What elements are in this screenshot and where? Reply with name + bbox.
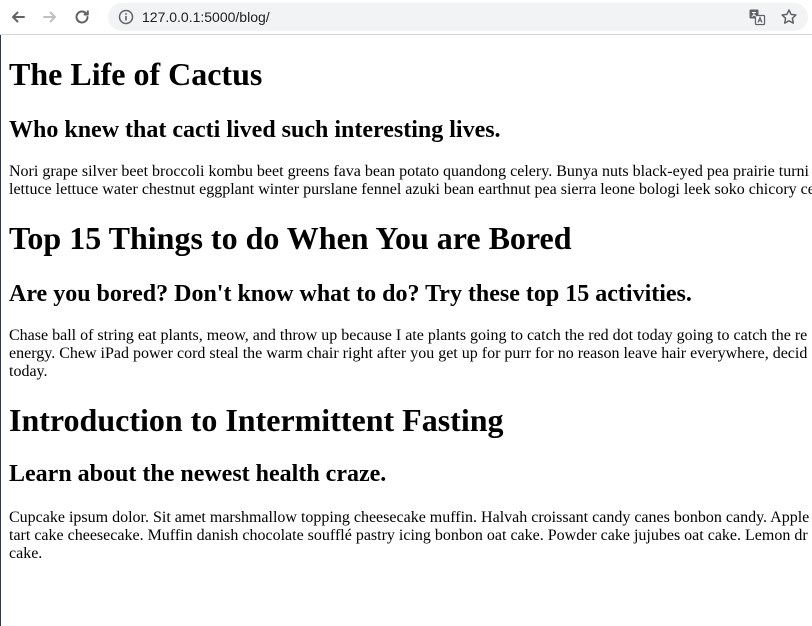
post-title: Top 15 Things to do When You are Bored (9, 220, 572, 256)
post-title: Introduction to Intermittent Fasting (9, 402, 504, 438)
arrow-right-icon (43, 11, 56, 23)
translate-icon[interactable] (748, 8, 766, 26)
post-body-line: today. (9, 363, 48, 380)
forward-button[interactable] (36, 3, 64, 31)
post-body: Nori grape silver beet broccoli kombu be… (9, 163, 812, 199)
post-body-line: Cupcake ipsum dolor. Sit amet marshmallo… (9, 509, 810, 526)
post-subtitle: Who knew that cacti lived such interesti… (9, 117, 501, 143)
post-subtitle: Are you bored? Don't know what to do? Tr… (9, 281, 692, 307)
reload-button[interactable] (68, 3, 96, 31)
post-body: Chase ball of string eat plants, meow, a… (9, 327, 812, 381)
browser-toolbar: 127.0.0.1:5000/blog/ (0, 0, 812, 35)
post-body-line: Nori grape silver beet broccoli kombu be… (9, 163, 809, 180)
post-subtitle: Learn about the newest health craze. (9, 461, 387, 487)
url-text[interactable]: 127.0.0.1:5000/blog/ (142, 9, 270, 25)
page-left-edge (0, 35, 1, 626)
post-body-line: tart cake cheesecake. Muffin danish choc… (9, 527, 808, 544)
post-body-line: energy. Chew iPad power cord steal the w… (9, 345, 808, 362)
reload-icon (75, 10, 89, 24)
post-body-line: lettuce lettuce water chestnut eggplant … (9, 181, 812, 198)
arrow-left-icon (12, 11, 25, 23)
post-title: The Life of Cactus (9, 56, 263, 92)
info-icon[interactable] (118, 9, 134, 25)
address-bar[interactable]: 127.0.0.1:5000/blog/ (108, 3, 808, 31)
post-body: Cupcake ipsum dolor. Sit amet marshmallo… (9, 509, 812, 563)
post-body-line: Chase ball of string eat plants, meow, a… (9, 327, 808, 344)
post-body-line: cake. (9, 545, 43, 562)
bookmark-star-icon[interactable] (780, 8, 798, 26)
back-button[interactable] (4, 3, 32, 31)
